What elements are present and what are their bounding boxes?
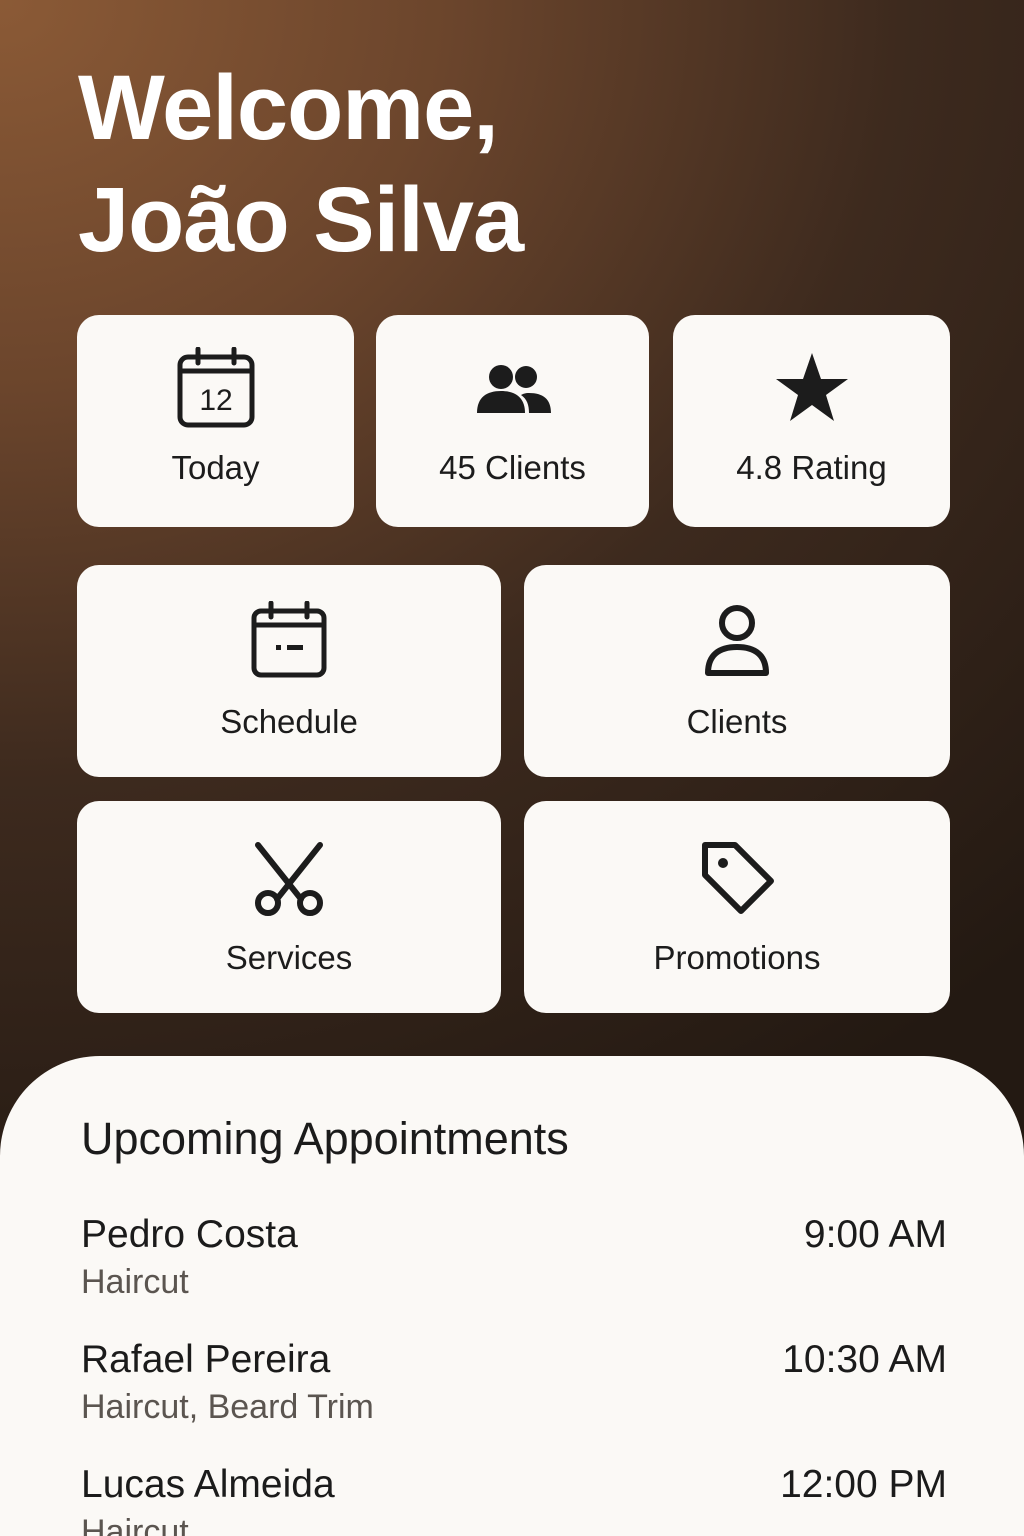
client-name: Pedro Costa (81, 1213, 298, 1256)
services-label: Services (225, 939, 353, 976)
clients-button[interactable]: Clients (524, 565, 950, 777)
calendar-day-number: 12 (199, 384, 232, 417)
today-card[interactable]: 12 Today (77, 315, 354, 527)
schedule-label: Schedule (220, 703, 358, 740)
appointment-item[interactable]: Rafael Pereira Haircut, Beard Trim 10:30… (81, 1337, 947, 1447)
appointment-time: 12:00 PM (780, 1463, 947, 1506)
appointments-panel: Upcoming Appointments Pedro Costa Haircu… (0, 1056, 1024, 1536)
scissors-icon (249, 837, 329, 917)
tag-icon (697, 837, 777, 917)
appointment-item[interactable]: Lucas Almeida Haircut 12:00 PM (81, 1462, 947, 1536)
clients-label: Clients (686, 703, 788, 740)
client-name: Rafael Pereira (81, 1338, 331, 1381)
clients-count-card[interactable]: 45 Clients (376, 315, 649, 527)
appointments-title: Upcoming Appointments (81, 1113, 569, 1164)
schedule-button[interactable]: Schedule (77, 565, 501, 777)
welcome-heading: Welcome, João Silva (78, 52, 958, 276)
user-icon (697, 601, 777, 681)
welcome-line: Welcome, (78, 57, 499, 159)
rating-label: 4.8 Rating (736, 449, 887, 486)
users-icon (473, 347, 553, 429)
calendar-icon (249, 601, 329, 681)
promotions-button[interactable]: Promotions (524, 801, 950, 1013)
rating-card[interactable]: 4.8 Rating (673, 315, 950, 527)
promotions-label: Promotions (653, 939, 821, 976)
services-button[interactable]: Services (77, 801, 501, 1013)
appointment-item[interactable]: Pedro Costa Haircut 9:00 AM (81, 1212, 947, 1322)
clients-count-label: 45 Clients (439, 449, 586, 486)
service-name: Haircut (81, 1263, 189, 1301)
client-name: Lucas Almeida (81, 1463, 335, 1506)
appointment-time: 9:00 AM (803, 1213, 947, 1256)
star-icon (772, 347, 852, 429)
calendar-icon: 12 (176, 347, 256, 429)
user-name: João Silva (78, 169, 524, 271)
service-name: Haircut, Beard Trim (81, 1388, 374, 1426)
today-label: Today (171, 449, 260, 486)
service-name: Haircut (81, 1513, 189, 1536)
appointment-time: 10:30 AM (782, 1338, 947, 1381)
